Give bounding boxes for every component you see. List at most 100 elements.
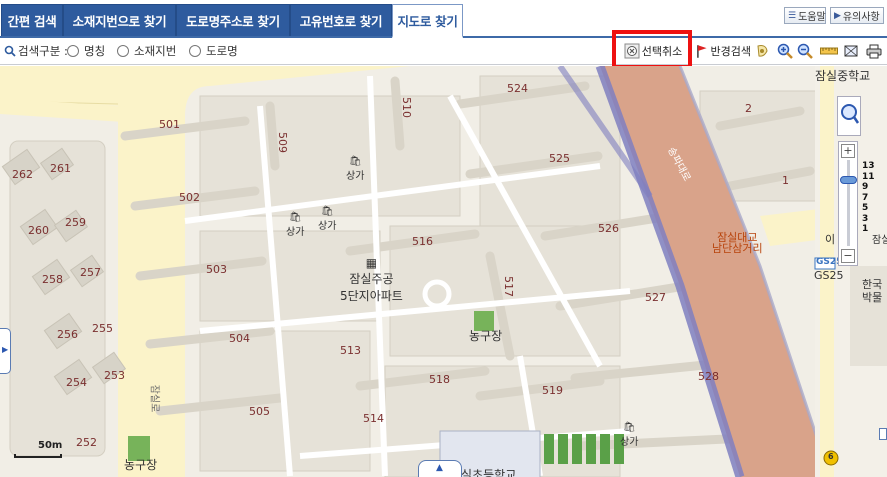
right-panel-toggle[interactable] — [879, 428, 887, 440]
lot-label: 517 — [502, 276, 515, 297]
lot-label: 255 — [92, 322, 113, 335]
zoom-slider[interactable]: + − — [838, 141, 858, 266]
lot-label: 262 — [12, 168, 33, 181]
tab-simple-search[interactable]: 간편 검색 — [1, 4, 63, 36]
apartment-poi: ▦ 잠실주공 5단지아파트 — [340, 256, 403, 303]
intersection-label: 잠실대교 남단삼거리 — [712, 231, 763, 255]
lot-label: 527 — [645, 291, 666, 304]
lot-label: 503 — [206, 263, 227, 276]
lot-label: 514 — [363, 412, 384, 425]
lot-label: 258 — [42, 273, 63, 286]
zoom-out-icon — [797, 43, 813, 59]
lot-label: 513 — [340, 344, 361, 357]
radio-road-name[interactable]: 도로명 — [189, 43, 238, 59]
distance-measure-button[interactable] — [754, 41, 770, 61]
bottom-panel-toggle[interactable]: ▲ — [418, 460, 462, 477]
zoom-minus-button[interactable]: − — [841, 249, 855, 263]
lot-label: 254 — [66, 376, 87, 389]
lot-label: 252 — [76, 436, 97, 449]
radio-name[interactable]: 명칭 — [67, 43, 105, 59]
help-button[interactable]: ☰ 도움말 — [784, 7, 826, 24]
radio-circle[interactable] — [117, 45, 129, 57]
side-panel-toggle[interactable]: ▶ — [0, 328, 11, 374]
road-label: 잠실로 — [148, 384, 160, 413]
notice-button[interactable]: ▶ 유의사항 — [830, 7, 884, 24]
tab-lot-number-search[interactable]: 소재지번으로 찾기 — [63, 4, 176, 36]
museum-label: 한국 박물 — [862, 278, 883, 304]
lot-label: 505 — [249, 405, 270, 418]
store-poi: 🛍 상가 — [620, 422, 639, 448]
map-view[interactable]: 501 502 503 504 505 509 510 513 514 516 … — [0, 66, 887, 477]
magnifier-button[interactable] — [837, 96, 861, 136]
search-type-label: 검색구분 : — [4, 43, 68, 59]
ruler-icon — [820, 47, 838, 55]
area-measure-button[interactable] — [842, 41, 860, 61]
partial-label: 이 — [825, 233, 836, 246]
lot-label: 519 — [542, 384, 563, 397]
radio-circle[interactable] — [67, 45, 79, 57]
search-row: 검색구분 : 명칭 소재지번 도로명 선택취소 반경검색 — [0, 38, 887, 65]
flag-icon — [697, 45, 707, 58]
radio-circle[interactable] — [189, 45, 201, 57]
lot-label: 259 — [65, 216, 86, 229]
zoom-out-button[interactable] — [796, 41, 814, 61]
pin-icon — [757, 45, 768, 57]
lot-label: 509 — [276, 132, 289, 153]
tab-road-address-search[interactable]: 도로명주소로 찾기 — [176, 4, 290, 36]
lot-label: 260 — [28, 224, 49, 237]
chevron-up-icon: ▲ — [436, 463, 443, 473]
lot-label: 510 — [400, 97, 413, 118]
cancel-selection-icon — [624, 43, 640, 59]
zoom-level-labels: 13 11 9 7 5 3 1 — [862, 161, 875, 234]
lot-label: 528 — [698, 370, 719, 383]
lot-label: 526 — [598, 222, 619, 235]
bag-icon: 🛍 — [348, 156, 362, 167]
notice-icon: ▶ — [834, 10, 841, 21]
map-search-app: 간편 검색 소재지번으로 찾기 도로명주소로 찾기 고유번호로 찾기 지도로 찾… — [0, 0, 887, 477]
lot-label: 504 — [229, 332, 250, 345]
lot-label: 525 — [549, 152, 570, 165]
ruler-button[interactable] — [819, 41, 839, 61]
basketball-court-label: 농구장 — [124, 458, 158, 472]
store-poi: 🛍 상가 — [318, 206, 337, 232]
lot-label: 524 — [507, 82, 528, 95]
scale-line — [14, 454, 62, 458]
zoom-plus-button[interactable]: + — [841, 144, 855, 158]
radius-search-button[interactable]: 반경검색 — [695, 41, 751, 61]
tab-bar: 간편 검색 소재지번으로 찾기 도로명주소로 찾기 고유번호로 찾기 지도로 찾… — [0, 0, 887, 38]
basketball-court-label: 농구장 — [469, 329, 503, 343]
lot-label: 518 — [429, 373, 450, 386]
printer-icon — [866, 44, 882, 58]
tab-unique-number-search[interactable]: 고유번호로 찾기 — [290, 4, 392, 36]
cancel-selection-button[interactable]: 선택취소 — [622, 41, 684, 61]
lot-label: 1 — [782, 174, 789, 187]
zoom-in-icon — [777, 43, 793, 59]
bag-icon: 🛍 — [622, 422, 636, 433]
bag-icon: 🛍 — [288, 212, 302, 223]
magnifier-icon — [841, 104, 860, 124]
building-icon: ▦ — [365, 256, 378, 270]
gs25-label: GS25 — [814, 269, 844, 282]
print-button[interactable] — [864, 41, 884, 61]
area-icon — [844, 45, 858, 57]
map-canvas — [0, 66, 887, 477]
zoom-track — [847, 160, 850, 246]
lot-label: 2 — [745, 102, 752, 115]
lot-label: 502 — [179, 191, 200, 204]
help-icon: ☰ — [788, 10, 797, 21]
search-icon — [4, 45, 16, 57]
lot-label: 261 — [50, 162, 71, 175]
store-poi: 🛍 상가 — [346, 156, 365, 182]
tab-map-search[interactable]: 지도로 찾기 — [392, 4, 463, 38]
bag-icon: 🛍 — [320, 206, 334, 217]
store-poi: 🛍 상가 — [286, 212, 305, 238]
radio-lot-number[interactable]: 소재지번 — [117, 43, 176, 59]
chevron-right-icon: ▶ — [2, 345, 9, 354]
zoom-in-button[interactable] — [776, 41, 794, 61]
lot-label: 516 — [412, 235, 433, 248]
bus-stop-number: 6 — [828, 452, 834, 461]
zoom-handle[interactable] — [840, 176, 857, 184]
lot-label: 253 — [104, 369, 125, 382]
lot-label: 257 — [80, 266, 101, 279]
school-label: 잠실중학교 — [815, 69, 871, 83]
